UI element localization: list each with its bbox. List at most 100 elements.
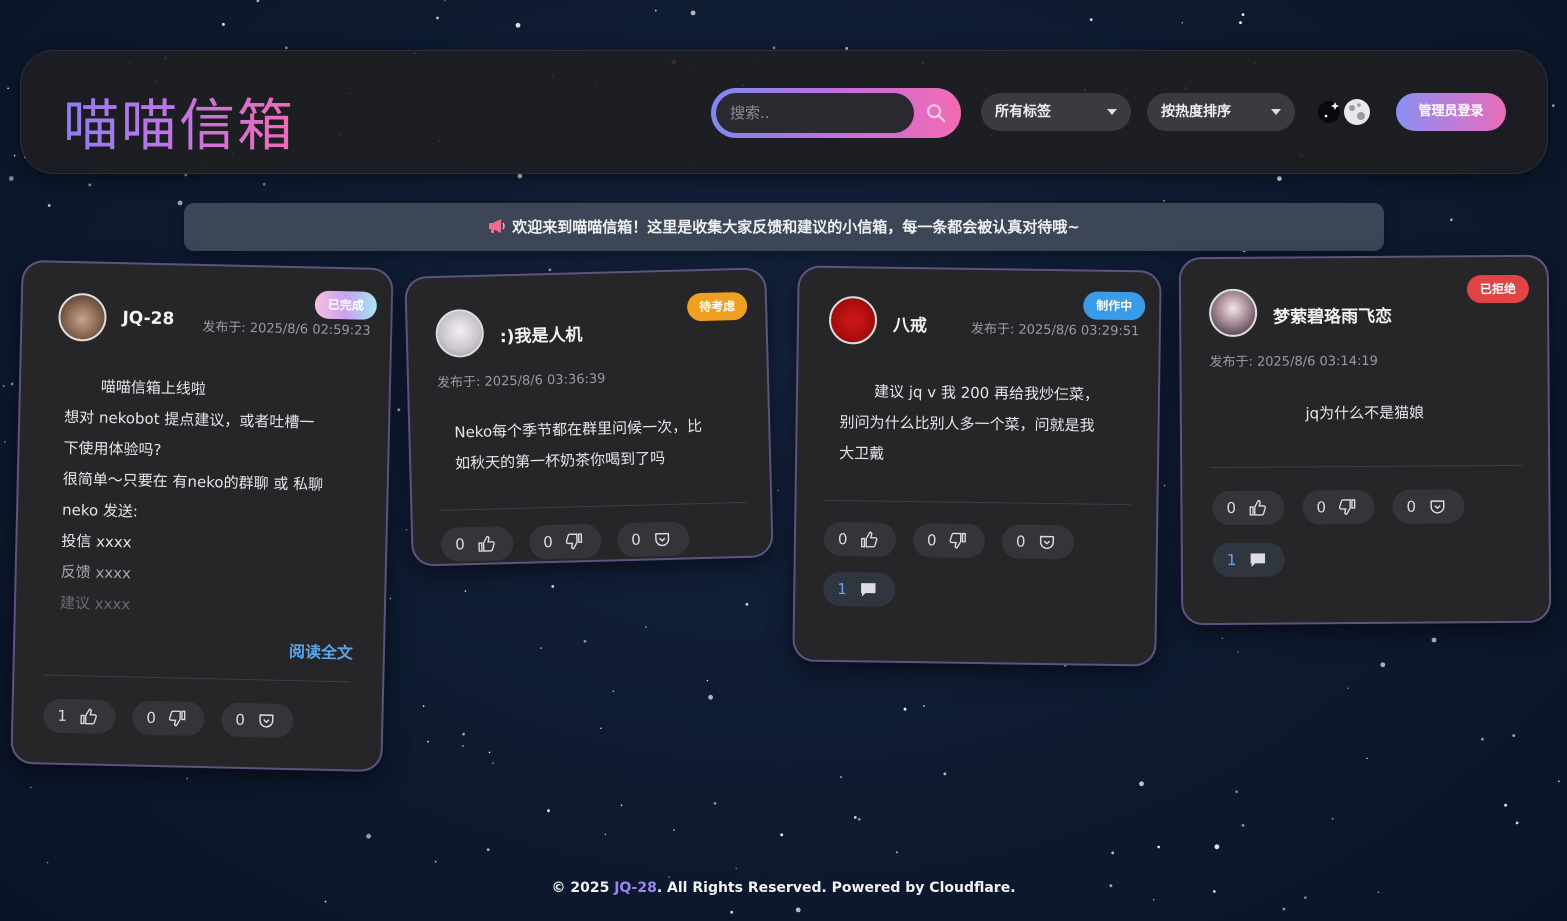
star xyxy=(88,183,92,187)
avatar xyxy=(435,308,485,358)
pocket-icon xyxy=(1039,535,1055,549)
save-count: 0 xyxy=(235,710,246,730)
star xyxy=(1481,737,1484,741)
admin-login-button[interactable]: 管理员登录 xyxy=(1396,93,1506,131)
content-line: 如秋天的第一杯奶茶你喝到了吗 xyxy=(454,449,666,473)
save-button[interactable]: 0 xyxy=(1392,489,1465,524)
star xyxy=(1450,218,1453,222)
post-date: 发布于: 2025/8/6 03:29:51 xyxy=(970,321,1140,340)
comments-button[interactable]: 1 xyxy=(823,571,896,607)
like-button[interactable]: 0 xyxy=(440,526,514,562)
save-count: 0 xyxy=(1406,497,1417,516)
star xyxy=(668,876,671,878)
star xyxy=(1239,21,1242,24)
like-button[interactable]: 0 xyxy=(1212,490,1285,526)
star xyxy=(1277,176,1282,182)
like-button[interactable]: 0 xyxy=(823,521,897,557)
star xyxy=(1241,13,1245,16)
header-bar: 喵喵信箱 所有标签 按热度排序 管理员登录 xyxy=(20,50,1548,174)
star xyxy=(186,777,188,780)
status-badge: 制作中 xyxy=(1083,291,1146,321)
post-date: 发布于: 2025/8/6 03:36:39 xyxy=(436,371,606,391)
comment-count: 1 xyxy=(837,580,847,599)
save-button[interactable]: 0 xyxy=(616,521,690,558)
chevron-down-icon xyxy=(1107,109,1117,115)
star xyxy=(857,817,861,821)
star xyxy=(780,833,784,837)
post-card[interactable]: JQ-28 发布于: 2025/8/6 02:59:23 已完成 喵喵信箱上线啦… xyxy=(10,259,394,773)
star xyxy=(1221,637,1224,640)
like-count: 0 xyxy=(1226,498,1237,517)
post-card[interactable]: 梦萦碧珞雨飞恋 发布于: 2025/8/6 03:14:19 已拒绝 jq为什么… xyxy=(1178,254,1552,626)
content-line: jq为什么不是猫娘 xyxy=(1305,403,1425,423)
star xyxy=(47,204,51,207)
star xyxy=(366,833,371,839)
star xyxy=(1512,734,1516,737)
star xyxy=(4,440,6,443)
star xyxy=(1089,18,1093,22)
content-line: 大卫戴 xyxy=(839,444,885,463)
theme-toggle[interactable] xyxy=(1315,94,1375,130)
star xyxy=(1331,817,1334,820)
star xyxy=(397,408,401,412)
post-content: jq为什么不是猫娘 xyxy=(1210,397,1520,430)
tag-filter-value: 所有标签 xyxy=(995,104,1051,120)
dislike-button[interactable]: 0 xyxy=(132,700,205,737)
star xyxy=(488,751,491,754)
star xyxy=(600,727,602,730)
thumbs-up-icon xyxy=(1249,499,1266,516)
status-badge: 已拒绝 xyxy=(1466,274,1530,304)
star xyxy=(943,772,947,776)
dislike-button[interactable]: 0 xyxy=(912,523,986,559)
author-name: :)我是人机 xyxy=(499,325,583,348)
star xyxy=(620,804,623,807)
sort-select[interactable]: 按热度排序 xyxy=(1147,93,1295,131)
star xyxy=(46,861,49,864)
save-count: 0 xyxy=(630,530,642,549)
star xyxy=(612,690,615,693)
read-more-link[interactable]: 阅读全文 xyxy=(289,638,354,663)
star xyxy=(285,46,288,50)
footer-owner-link[interactable]: JQ-28 xyxy=(614,880,657,896)
content-line: 建议 xxxx xyxy=(59,593,131,614)
comment-count: 1 xyxy=(1226,550,1237,569)
dislike-button[interactable]: 0 xyxy=(1302,489,1375,525)
star xyxy=(7,87,9,90)
star xyxy=(840,776,842,778)
save-button[interactable]: 0 xyxy=(1001,524,1075,560)
dislike-button[interactable]: 0 xyxy=(528,523,602,560)
star xyxy=(492,762,494,764)
thumbs-up-icon xyxy=(478,535,495,552)
post-card[interactable]: 八戒 发布于: 2025/8/6 03:29:51 制作中 建议 jq v 我 … xyxy=(792,265,1162,667)
app-logo-title: 喵喵信箱 xyxy=(63,81,295,162)
dislike-count: 0 xyxy=(926,531,937,550)
star xyxy=(1157,845,1161,849)
search-input[interactable] xyxy=(716,93,914,133)
tag-filter-select[interactable]: 所有标签 xyxy=(981,93,1131,131)
like-button[interactable]: 1 xyxy=(43,698,116,735)
star xyxy=(1214,844,1220,850)
star xyxy=(1504,803,1507,807)
post-content: 建议 jq v 我 200 再给我炒仨菜， 别问为什么比别人多一个菜，问就是我 … xyxy=(839,376,1140,473)
star xyxy=(1380,662,1386,668)
footer-copyright: © 2025 JQ-28. All Rights Reserved. Power… xyxy=(0,880,1567,896)
save-button[interactable]: 0 xyxy=(221,702,294,739)
dislike-count: 0 xyxy=(543,532,554,552)
star xyxy=(1163,200,1165,202)
thumbs-down-icon xyxy=(949,532,966,549)
avatar xyxy=(1208,288,1258,338)
comment-icon xyxy=(861,583,876,597)
post-card[interactable]: :)我是人机 发布于: 2025/8/6 03:36:39 待考虑 Neko每个… xyxy=(404,267,774,567)
star xyxy=(405,529,408,531)
thumbs-up-icon xyxy=(860,531,878,548)
author-name: 梦萦碧珞雨飞恋 xyxy=(1273,306,1393,328)
footer-prefix: © 2025 xyxy=(551,880,615,896)
star xyxy=(777,489,779,492)
dislike-count: 0 xyxy=(1316,498,1327,517)
star xyxy=(645,626,647,628)
search-icon[interactable] xyxy=(925,102,947,124)
thumbs-up-icon xyxy=(80,708,97,725)
author-name: 八戒 xyxy=(892,315,928,337)
comments-button[interactable]: 1 xyxy=(1212,542,1285,578)
card-divider xyxy=(440,501,747,511)
